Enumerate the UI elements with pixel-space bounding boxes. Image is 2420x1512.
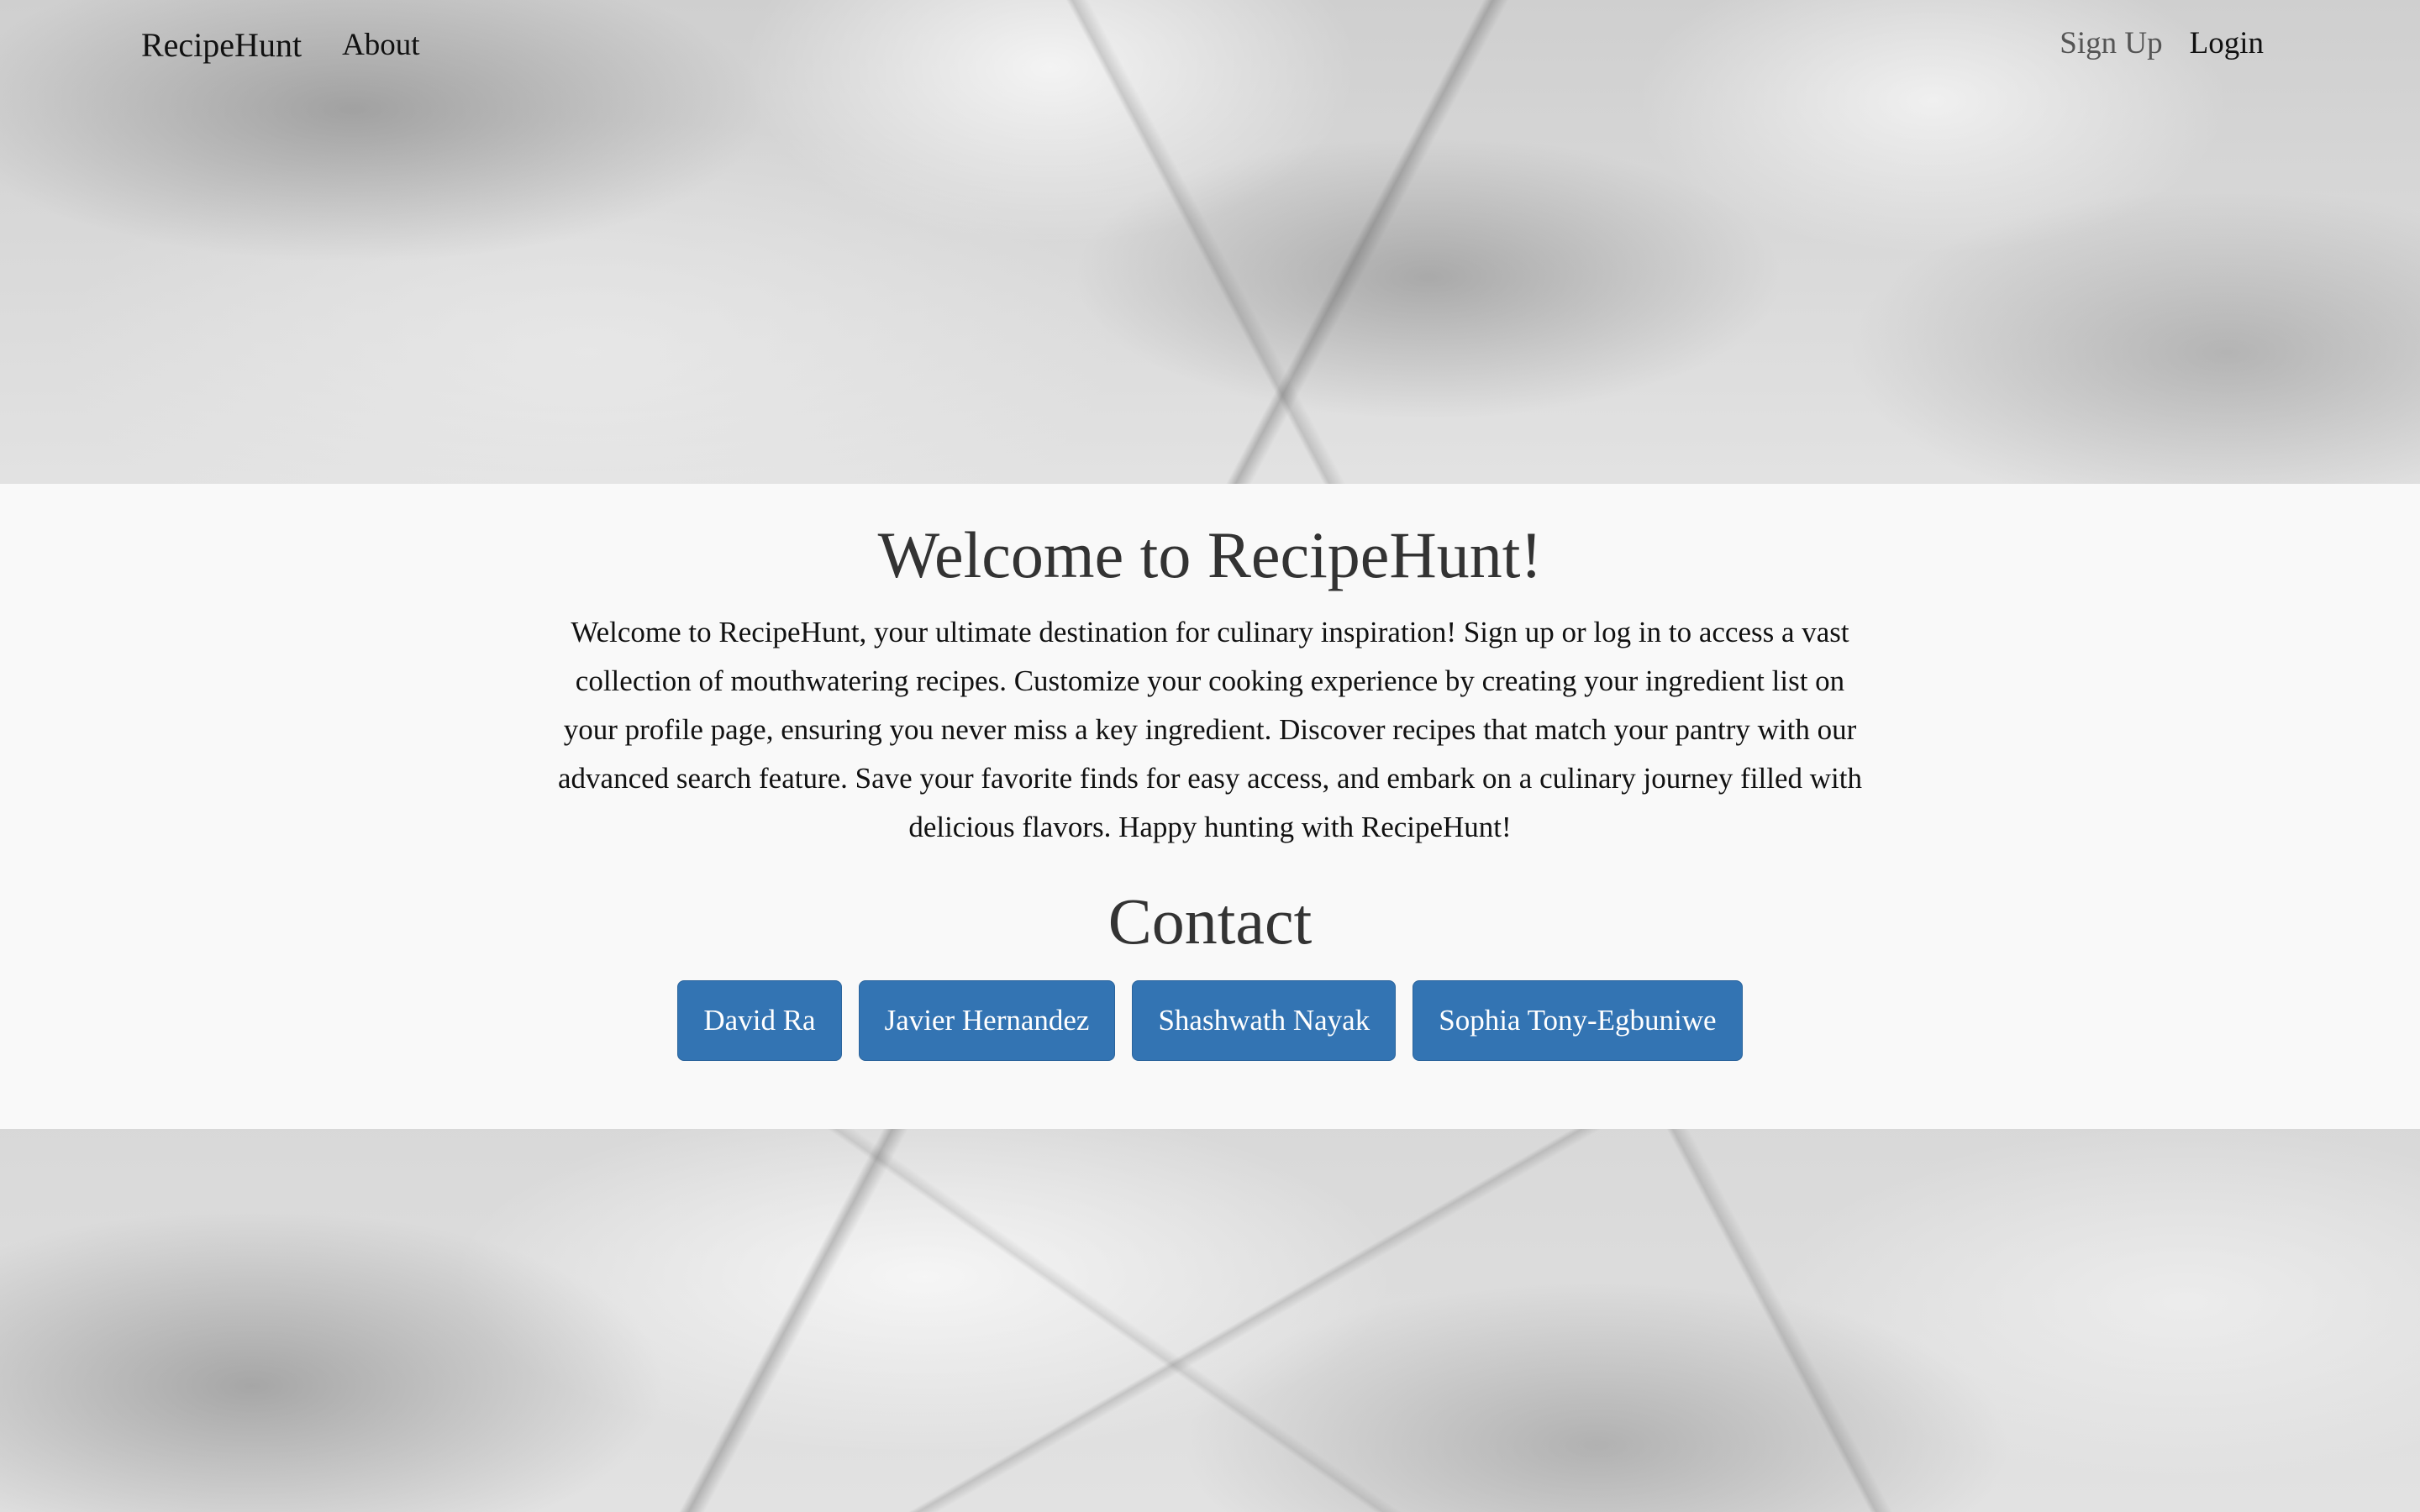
about-link[interactable]: About (342, 27, 420, 63)
contact-button-javier-hernandez[interactable]: Javier Hernandez (858, 980, 1116, 1061)
contact-button-shashwath-nayak[interactable]: Shashwath Nayak (1132, 980, 1397, 1061)
welcome-panel: Welcome to RecipeHunt! Welcome to Recipe… (0, 484, 2420, 1129)
contact-buttons: David Ra Javier Hernandez Shashwath Naya… (0, 980, 2420, 1061)
contact-button-sophia-tony-egbuniwe[interactable]: Sophia Tony-Egbuniwe (1413, 980, 1743, 1061)
brand-link[interactable]: RecipeHunt (141, 25, 302, 65)
welcome-text: Welcome to RecipeHunt, your ultimate des… (558, 616, 1862, 843)
contact-button-david-ra[interactable]: David Ra (677, 980, 842, 1061)
sign-up-link[interactable]: Sign Up (2060, 25, 2162, 61)
welcome-title: Welcome to RecipeHunt! (877, 518, 1543, 591)
navbar: RecipeHunt About Sign Up Login (0, 0, 2420, 101)
nav-left: RecipeHunt About (141, 25, 420, 65)
nav-right: Sign Up Login (2060, 25, 2264, 61)
contact-title: Contact (1107, 885, 1313, 958)
login-link[interactable]: Login (2190, 25, 2264, 61)
